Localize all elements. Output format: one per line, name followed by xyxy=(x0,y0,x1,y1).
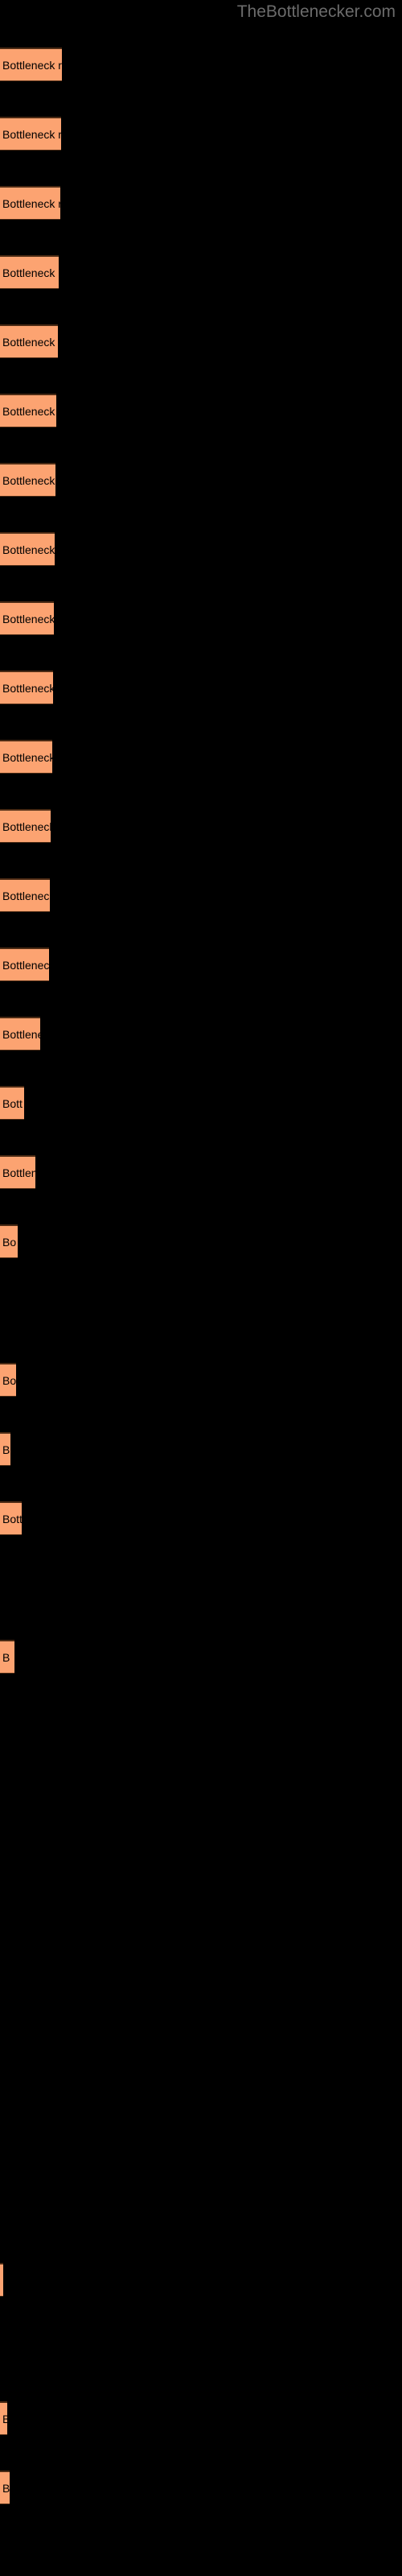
bar-segment[interactable]: Bott xyxy=(0,1086,24,1120)
bottleneck-bar-chart: TheBottlenecker.com Bottleneck resultBot… xyxy=(0,0,402,2576)
bar-segment[interactable]: Bottleneck result xyxy=(0,255,59,289)
bar-label: Bottleneck resu xyxy=(2,404,56,418)
bar-label: Bottleneck result xyxy=(2,335,58,349)
bar-label: Bott xyxy=(2,1096,23,1110)
bar-label: Bottleneck xyxy=(2,1027,40,1041)
bar-segment[interactable] xyxy=(0,2263,3,2297)
bar-segment[interactable]: Bo xyxy=(0,1224,18,1258)
bar-segment[interactable]: Bottl xyxy=(0,1501,22,1535)
bar-segment[interactable]: Bottleneck result xyxy=(0,47,62,81)
bar-label: Bottleneck resu xyxy=(2,612,54,625)
bar-segment[interactable]: Bottleneck result xyxy=(0,117,61,151)
bar-segment[interactable]: B xyxy=(0,1432,10,1466)
bar-label: Bottleneck result xyxy=(2,58,62,72)
bar-label: Bottleneck result xyxy=(2,266,59,279)
bar-label: Bottleneck re xyxy=(2,958,49,972)
bar-segment[interactable]: Bottleneck resul xyxy=(0,532,55,566)
bar-segment[interactable]: Bottleneck result xyxy=(0,186,60,220)
bar-label: Bottl xyxy=(2,1512,22,1525)
bar-segment[interactable]: Bo xyxy=(0,1363,16,1397)
bar-label: Bo xyxy=(2,1235,17,1249)
bar-label: Bottleneck resu xyxy=(2,681,53,695)
bar-label: B xyxy=(2,2481,10,2495)
bar-label: Bottleneck res xyxy=(2,819,51,833)
bar-label: Bottleneck result xyxy=(2,127,61,141)
bar-segment[interactable]: B xyxy=(0,1640,14,1674)
bar-segment[interactable]: Bottleneck resu xyxy=(0,394,56,427)
bar-segment[interactable]: Bottleneck re xyxy=(0,947,49,981)
bar-segment[interactable]: Bottleneck res xyxy=(0,809,51,843)
bar-segment[interactable]: Bottleneck resul xyxy=(0,463,55,497)
bar-segment[interactable]: Bottleneck xyxy=(0,1017,40,1051)
bar-segment[interactable]: B xyxy=(0,2401,7,2435)
bar-segment[interactable]: Bottleneck resu xyxy=(0,671,53,704)
bar-segment[interactable]: B xyxy=(0,2471,10,2504)
bar-label: Bottleneck resu xyxy=(2,750,52,764)
bar-label: B xyxy=(2,2413,7,2425)
bar-label: B xyxy=(2,1443,10,1456)
bar-label: Bottleneck resul xyxy=(2,473,55,487)
bar-segment[interactable]: Bottleneck resu xyxy=(0,601,54,635)
bar-label: B xyxy=(2,1650,10,1664)
bar-label: Bottleneck resul xyxy=(2,543,55,556)
bar-label: Bo xyxy=(2,1373,16,1387)
bar-segment[interactable]: Bottlene xyxy=(0,1155,35,1189)
bar-label: Bottleneck res xyxy=(2,889,50,902)
bar-segment[interactable]: Bottleneck res xyxy=(0,878,50,912)
bar-label: Bottleneck result xyxy=(2,196,60,210)
bar-label: Bottlene xyxy=(2,1166,35,1179)
bar-segment[interactable]: Bottleneck resu xyxy=(0,740,52,774)
bar-segment[interactable]: Bottleneck result xyxy=(0,324,58,358)
bar-series-container: Bottleneck result Bottleneck result Bottle… xyxy=(0,0,402,2576)
